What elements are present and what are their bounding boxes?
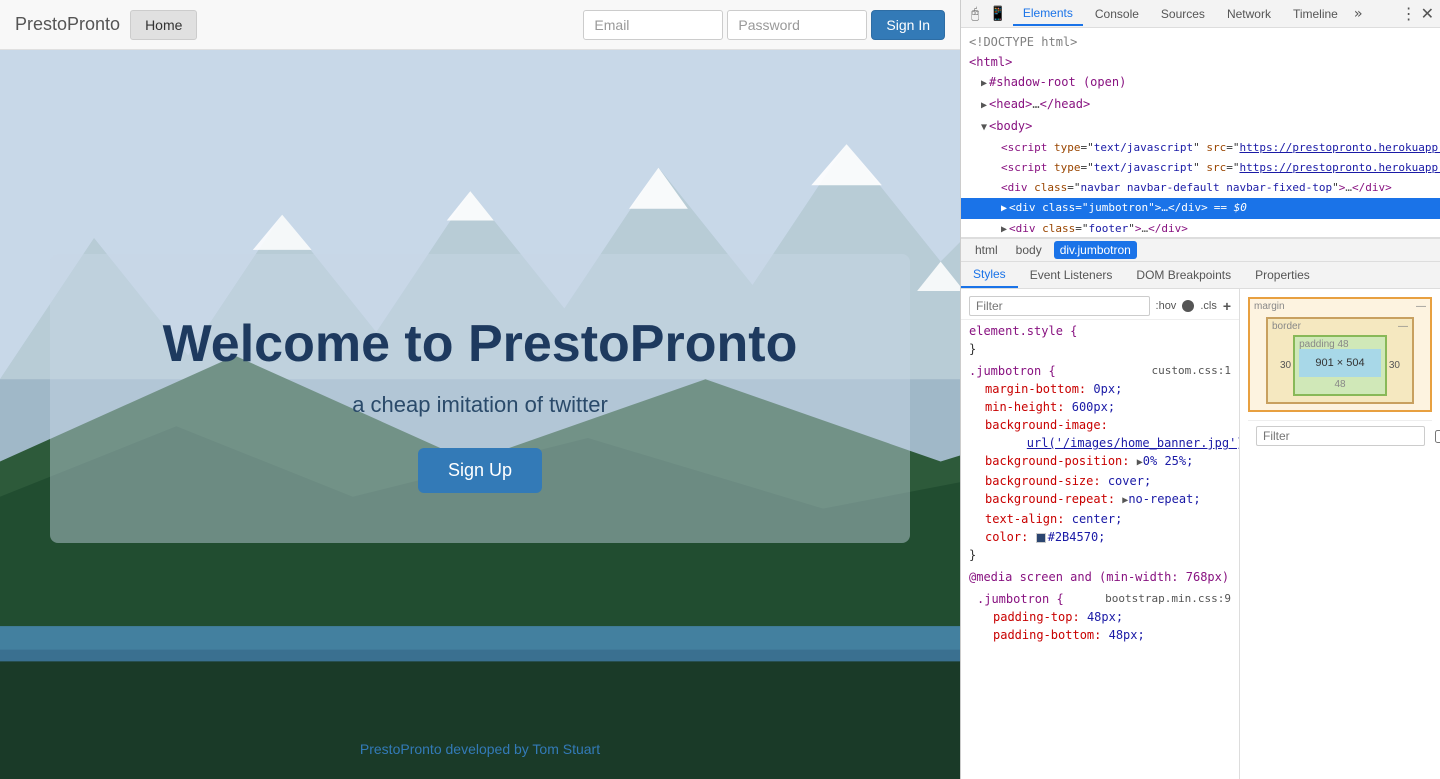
filter-bottom-bar: Show all	[1248, 420, 1432, 451]
signup-button[interactable]: Sign Up	[418, 448, 542, 493]
navbar-form: Sign In	[583, 10, 945, 40]
devtools-close-btn[interactable]: ✕	[1421, 4, 1434, 24]
dom-line-shadow-root[interactable]: ▶#shadow-root (open)	[961, 72, 1440, 94]
box-model-diagram: margin — border — 30	[1248, 297, 1432, 451]
border-label: border	[1272, 321, 1301, 332]
styles-panel: Styles Event Listeners DOM Breakpoints P…	[961, 262, 1440, 779]
signin-button[interactable]: Sign In	[871, 10, 945, 40]
filter-input[interactable]	[969, 296, 1150, 316]
css-source-custom[interactable]: custom.css:1	[1152, 362, 1231, 380]
tab-console[interactable]: Console	[1085, 3, 1149, 25]
dom-line-script1[interactable]: <script type="text/javascript" src="http…	[961, 138, 1440, 158]
css-rule-jumbotron-bootstrap: .jumbotron { bootstrap.min.css:9 padding…	[961, 588, 1239, 646]
box-model-panel: margin — border — 30	[1240, 289, 1440, 779]
home-nav-item[interactable]: Home	[130, 10, 197, 40]
main-layout: PrestoPronto Home Sign In	[0, 0, 1440, 779]
filter-hov-btn[interactable]: :hov	[1156, 300, 1177, 312]
box-margin: margin — border — 30	[1248, 297, 1432, 412]
password-input[interactable]	[727, 10, 867, 40]
padding-box: padding 48 901 × 504 48	[1293, 335, 1387, 396]
padding-row: 30 padding 48 901 × 504 48	[1278, 335, 1402, 396]
styles-tab-properties[interactable]: Properties	[1243, 262, 1322, 288]
devtools-toolbar: 🖰 📱 Elements Console Sources Network Tim…	[961, 0, 1440, 28]
border-dash-top: —	[1398, 321, 1408, 332]
box-border: border — 30 padding 48 90	[1266, 317, 1414, 404]
padding-label: padding 48	[1299, 339, 1349, 350]
padding-bottom-label: 48	[1299, 379, 1381, 390]
tab-elements[interactable]: Elements	[1013, 2, 1083, 26]
margin-dash-top: —	[1416, 301, 1426, 312]
css-rule-element-style: element.style { }	[961, 320, 1239, 360]
styles-main: :hov .cls + element.style { } .jumbotron…	[961, 289, 1440, 779]
styles-tab-event-listeners[interactable]: Event Listeners	[1018, 262, 1125, 288]
tab-timeline[interactable]: Timeline	[1283, 3, 1348, 25]
filter-bottom-input[interactable]	[1256, 426, 1425, 446]
tab-sources[interactable]: Sources	[1151, 3, 1215, 25]
dom-line-doctype[interactable]: <!DOCTYPE html>	[961, 32, 1440, 52]
dom-line-jumbotron[interactable]: ▶<div class="jumbotron">…</div>== $0	[961, 198, 1440, 219]
footer-link[interactable]: PrestoPronto developed by Tom Stuart	[360, 741, 600, 757]
email-input[interactable]	[583, 10, 723, 40]
dom-line-script2[interactable]: <script type="text/javascript" src="http…	[961, 158, 1440, 178]
dom-line-footer[interactable]: ▶<div class="footer">…</div>	[961, 219, 1440, 238]
margin-label: margin	[1254, 301, 1285, 312]
css-rule-media: @media screen and (min-width: 768px)	[961, 566, 1239, 588]
filter-add-btn[interactable]: +	[1223, 298, 1231, 314]
dom-line-head[interactable]: ▶<head>…</head>	[961, 94, 1440, 116]
padding-right: 30	[1387, 335, 1402, 396]
jumbotron-content: Welcome to PrestoPronto a cheap imitatio…	[0, 50, 960, 779]
dom-line-body[interactable]: ▼<body>	[961, 116, 1440, 138]
dom-line-navbar[interactable]: <div class="navbar navbar-default navbar…	[961, 178, 1440, 198]
dom-tree: <!DOCTYPE html> <html> ▶#shadow-root (op…	[961, 28, 1440, 238]
padding-left: 30	[1278, 335, 1293, 396]
devtools-close-area: ⋮ ✕	[1401, 4, 1434, 24]
navbar: PrestoPronto Home Sign In	[0, 0, 960, 50]
css-rule-jumbotron: .jumbotron { custom.css:1 margin-bottom:…	[961, 360, 1239, 566]
jumbotron: Welcome to PrestoPronto a cheap imitatio…	[0, 50, 960, 779]
jumbotron-box: Welcome to PrestoPronto a cheap imitatio…	[50, 254, 910, 543]
devtools-pane: 🖰 📱 Elements Console Sources Network Tim…	[960, 0, 1440, 779]
devtools-menu-btn[interactable]: ⋮	[1401, 4, 1417, 24]
breadcrumb-html[interactable]: html	[969, 241, 1004, 259]
navbar-nav: Home	[130, 10, 197, 40]
jumbotron-subtitle: a cheap imitation of twitter	[130, 392, 830, 418]
filter-cls-btn[interactable]: .cls	[1200, 300, 1217, 312]
brand-link[interactable]: PrestoPronto	[15, 14, 120, 35]
inspect-icon-btn[interactable]: 🖰	[967, 3, 983, 24]
padding-inner: padding 48 901 × 504 48	[1293, 335, 1387, 396]
tabs-more-icon[interactable]: »	[1350, 4, 1366, 24]
styles-tabs: Styles Event Listeners DOM Breakpoints P…	[961, 262, 1440, 289]
filter-dot-icon	[1182, 300, 1194, 312]
breadcrumb-body[interactable]: body	[1010, 241, 1048, 259]
site-footer: PrestoPronto developed by Tom Stuart	[0, 741, 960, 759]
device-icon-btn[interactable]: 📱	[985, 3, 1010, 24]
dom-line-html[interactable]: <html>	[961, 52, 1440, 72]
css-source-bootstrap[interactable]: bootstrap.min.css:9	[1105, 590, 1231, 608]
filter-bar: :hov .cls +	[961, 293, 1239, 320]
breadcrumb-jumbotron[interactable]: div.jumbotron	[1054, 241, 1137, 259]
show-all-checkbox[interactable]	[1435, 430, 1440, 443]
breadcrumb-bar: html body div.jumbotron	[961, 238, 1440, 262]
styles-tab-dom-breakpoints[interactable]: DOM Breakpoints	[1124, 262, 1243, 288]
styles-tab-styles[interactable]: Styles	[961, 262, 1018, 288]
tab-network[interactable]: Network	[1217, 3, 1281, 25]
box-content: 901 × 504	[1299, 349, 1381, 377]
website-pane: PrestoPronto Home Sign In	[0, 0, 960, 779]
jumbotron-title: Welcome to PrestoPronto	[130, 314, 830, 374]
css-panel: :hov .cls + element.style { } .jumbotron…	[961, 289, 1240, 779]
